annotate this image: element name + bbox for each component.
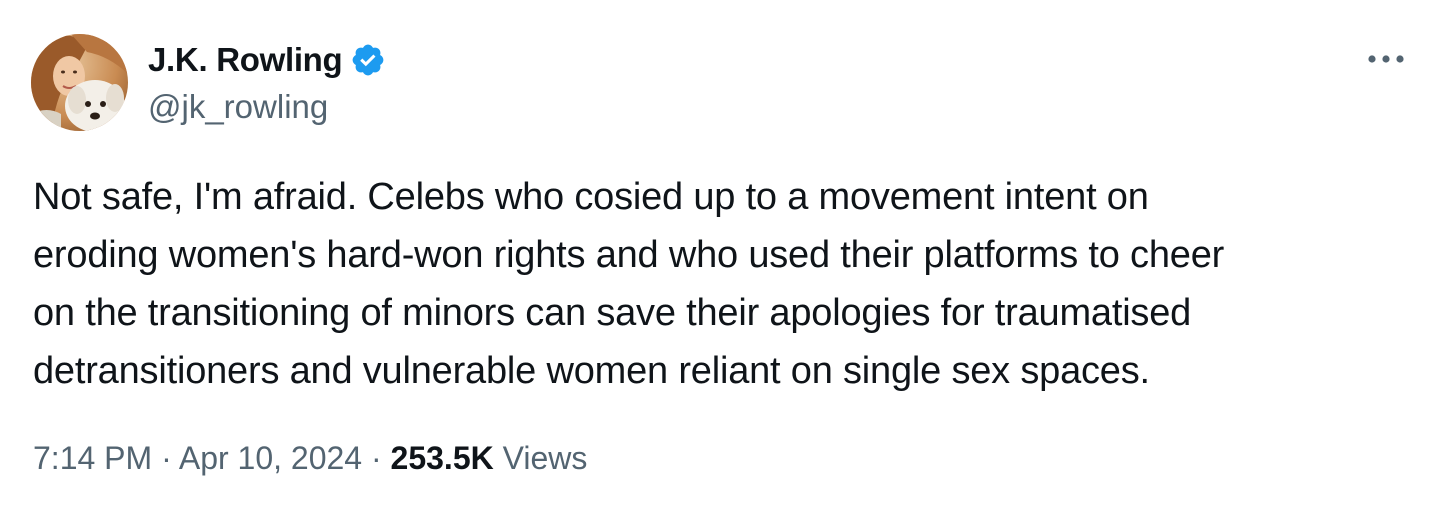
avatar-image xyxy=(31,34,128,131)
meta-separator: · xyxy=(370,440,382,476)
tweet-meta: 7:14 PM · Apr 10, 2024 · 253.5K Views xyxy=(33,440,587,477)
views-link[interactable]: 253.5K Views xyxy=(391,440,588,476)
author-name-row: J.K. Rowling xyxy=(148,40,386,80)
tweet-text: Not safe, I'm afraid. Celebs who cosied … xyxy=(33,176,1225,392)
tweet-time[interactable]: 7:14 PM xyxy=(33,440,152,476)
more-horizontal-icon[interactable] xyxy=(1364,46,1408,72)
author-display-name[interactable]: J.K. Rowling xyxy=(148,41,343,79)
tweet-date[interactable]: Apr 10, 2024 xyxy=(179,440,362,476)
author-handle[interactable]: @jk_rowling xyxy=(148,88,328,126)
tweet-card: J.K. Rowling @jk_rowling Not safe, I'm a… xyxy=(0,0,1440,511)
meta-separator: · xyxy=(161,440,172,476)
views-count: 253.5K xyxy=(390,440,494,476)
views-label: Views xyxy=(502,440,588,476)
verified-badge-icon[interactable] xyxy=(350,42,386,78)
avatar[interactable] xyxy=(31,34,128,131)
